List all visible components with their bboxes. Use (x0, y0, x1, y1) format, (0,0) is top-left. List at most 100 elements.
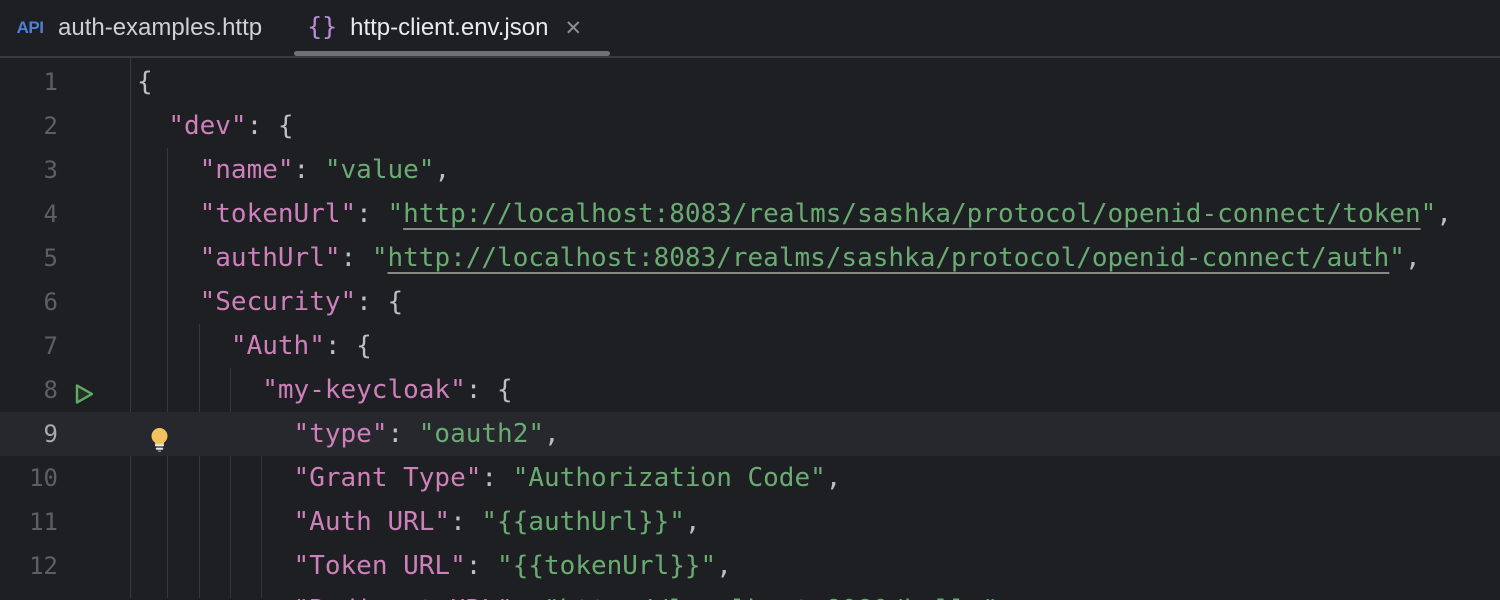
line-number: 13 (0, 588, 58, 600)
code-text: "tokenUrl": "http://localhost:8083/realm… (130, 192, 1452, 236)
token-punct: : { (247, 111, 294, 141)
token-key: "type" (294, 419, 388, 449)
token-punct: : (466, 551, 497, 581)
code-text: "Token URL": "{{tokenUrl}}", (130, 544, 732, 588)
token-key: "my-keycloak" (262, 375, 466, 405)
line-number: 10 (0, 456, 58, 500)
code-text: "name": "value", (130, 148, 450, 192)
editor-tab-bar: API auth-examples.http {} http-client.en… (0, 0, 1500, 58)
code-text: "Auth": { (130, 324, 372, 368)
close-tab-icon[interactable]: ✕ (564, 18, 582, 39)
token-key: "authUrl" (200, 243, 341, 273)
token-key: "Token URL" (294, 551, 466, 581)
intention-bulb-icon[interactable] (148, 422, 171, 447)
token-punct: : (341, 243, 372, 273)
code-line-10[interactable]: 10 "Grant Type": "Authorization Code", (0, 456, 1500, 500)
gutter-icon-slot (58, 60, 130, 104)
token-punct: : (294, 155, 325, 185)
run-request-icon[interactable] (70, 377, 96, 403)
code-line-13[interactable]: 13 "Redirect URL": "http://localhost:808… (0, 588, 1500, 600)
line-number: 5 (0, 236, 58, 280)
token-key: "Security" (200, 287, 357, 317)
gutter-icon-slot (58, 500, 130, 544)
code-line-12[interactable]: 12 "Token URL": "{{tokenUrl}}", (0, 544, 1500, 588)
token-punct (137, 199, 200, 229)
token-punct: , (1436, 199, 1452, 229)
line-number: 6 (0, 280, 58, 324)
code-text: "Auth URL": "{{authUrl}}", (130, 500, 701, 544)
token-key: "tokenUrl" (200, 199, 357, 229)
token-str: " (387, 199, 403, 229)
code-text: "authUrl": "http://localhost:8083/realms… (130, 236, 1421, 280)
line-number: 4 (0, 192, 58, 236)
code-line-2[interactable]: 2 "dev": { (0, 104, 1500, 148)
token-punct: : (481, 463, 512, 493)
token-punct: , (716, 551, 732, 581)
code-line-8[interactable]: 8 "my-keycloak": { (0, 368, 1500, 412)
code-line-4[interactable]: 4 "tokenUrl": "http://localhost:8083/rea… (0, 192, 1500, 236)
token-punct: : { (356, 287, 403, 317)
http-request-file-icon: API (14, 12, 46, 44)
code-text: "Security": { (130, 280, 403, 324)
code-text: "Redirect URL": "http://localhost:8080/h… (130, 588, 998, 600)
token-key: "Auth" (231, 331, 325, 361)
token-punct (137, 375, 262, 405)
line-number: 12 (0, 544, 58, 588)
token-str: "Authorization Code" (513, 463, 826, 493)
gutter-icon-slot (58, 236, 130, 280)
token-key: "Redirect URL" (294, 595, 513, 600)
token-key: "Auth URL" (294, 507, 451, 537)
token-punct: , (544, 419, 560, 449)
code-rows: 1{2 "dev": {3 "name": "value",4 "tokenUr… (0, 60, 1500, 600)
code-text: "my-keycloak": { (130, 368, 513, 412)
token-punct: , (826, 463, 842, 493)
token-str: "{{tokenUrl}}" (497, 551, 716, 581)
token-punct (137, 463, 294, 493)
token-key: "Grant Type" (294, 463, 482, 493)
code-line-6[interactable]: 6 "Security": { (0, 280, 1500, 324)
token-punct: , (1405, 243, 1421, 273)
gutter-icon-slot (58, 368, 130, 412)
code-line-1[interactable]: 1{ (0, 60, 1500, 104)
token-str: "{{authUrl}}" (481, 507, 685, 537)
gutter-icon-slot (58, 104, 130, 148)
tab-auth-examples-http[interactable]: API auth-examples.http (0, 0, 292, 56)
token-key: "dev" (168, 111, 246, 141)
gutter-icon-slot (58, 280, 130, 324)
token-punct: : { (325, 331, 372, 361)
code-line-7[interactable]: 7 "Auth": { (0, 324, 1500, 368)
line-number: 3 (0, 148, 58, 192)
token-punct: : (356, 199, 387, 229)
token-punct (137, 243, 200, 273)
url-link[interactable]: http://localhost:8080/hello (560, 595, 983, 600)
token-str: " (372, 243, 388, 273)
token-punct (137, 595, 294, 600)
code-line-5[interactable]: 5 "authUrl": "http://localhost:8083/real… (0, 236, 1500, 280)
url-link[interactable]: http://localhost:8083/realms/sashka/prot… (387, 243, 1389, 273)
code-line-3[interactable]: 3 "name": "value", (0, 148, 1500, 192)
gutter-icon-slot (58, 544, 130, 588)
tab-http-client-env-json[interactable]: {} http-client.env.json ✕ (292, 0, 612, 56)
tab-label: http-client.env.json (350, 14, 548, 42)
code-text: "dev": { (130, 104, 294, 148)
line-number: 2 (0, 104, 58, 148)
gutter-icon-slot (58, 148, 130, 192)
token-punct (137, 287, 200, 317)
token-punct: : (513, 595, 544, 600)
token-str: "value" (325, 155, 435, 185)
token-punct (137, 507, 294, 537)
line-number: 9 (0, 412, 58, 456)
token-str: " (982, 595, 998, 600)
token-punct (137, 155, 200, 185)
line-number: 7 (0, 324, 58, 368)
url-link[interactable]: http://localhost:8083/realms/sashka/prot… (403, 199, 1420, 229)
code-editor[interactable]: 1{2 "dev": {3 "name": "value",4 "tokenUr… (0, 58, 1500, 598)
code-line-11[interactable]: 11 "Auth URL": "{{authUrl}}", (0, 500, 1500, 544)
json-file-icon: {} (306, 12, 338, 44)
code-text: "Grant Type": "Authorization Code", (130, 456, 841, 500)
token-key: "name" (200, 155, 294, 185)
code-line-9[interactable]: 9 "type": "oauth2", (0, 412, 1500, 456)
token-punct: : (387, 419, 418, 449)
token-punct (137, 331, 231, 361)
line-number: 11 (0, 500, 58, 544)
